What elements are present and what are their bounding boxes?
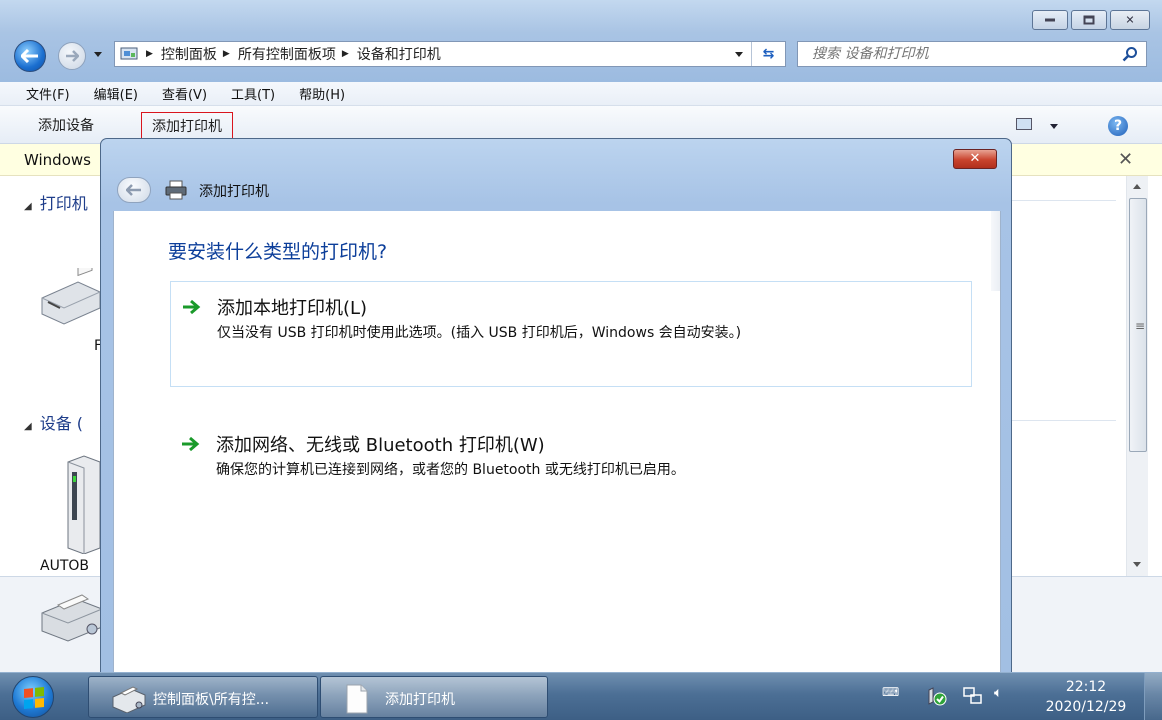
refresh-button[interactable]: ⇆	[751, 42, 785, 66]
address-dropdown-icon[interactable]	[735, 52, 743, 57]
collapse-icon: ◢	[24, 421, 32, 432]
printer-device-icon	[112, 686, 146, 713]
clock-time: 22:12	[1065, 679, 1107, 695]
printer-icon	[165, 180, 187, 200]
taskbar-item-add-printer[interactable]: 添加打印机	[320, 676, 548, 718]
minimize-button[interactable]	[1032, 10, 1068, 30]
search-icon[interactable]	[1122, 46, 1138, 62]
clock-date: 2020/12/29	[1045, 699, 1127, 715]
view-dropdown-icon[interactable]	[1050, 124, 1058, 129]
dialog-title: 添加打印机	[199, 184, 269, 200]
add-printer-button[interactable]: 添加打印机	[141, 112, 233, 140]
close-icon: ✕	[1125, 13, 1135, 27]
add-device-button[interactable]: 添加设备	[38, 115, 94, 135]
arrow-left-icon	[126, 184, 141, 196]
windows-logo-icon	[24, 686, 44, 710]
title-bar: ✕ ▶ 控制面板 ▶ 所有控制面板项 ▶ 设备和打印机 ⇆	[0, 0, 1162, 82]
keyboard-icon[interactable]: ⌨	[882, 685, 899, 699]
menu-file[interactable]: 文件(F)	[26, 84, 70, 103]
minimize-icon	[1045, 18, 1055, 22]
taskbar-item-label: 添加打印机	[385, 692, 455, 708]
group-devices[interactable]: ◢ 设备 (	[24, 410, 83, 434]
printer-device-icon[interactable]	[38, 585, 104, 645]
search-box	[797, 41, 1147, 67]
start-button[interactable]	[12, 676, 54, 718]
menu-bar: 文件(F) 编辑(E) 查看(V) 工具(T) 帮助(H)	[0, 82, 1162, 106]
document-icon	[346, 684, 368, 714]
group-label: 打印机	[39, 194, 88, 213]
close-infobar-icon[interactable]: ✕	[1118, 149, 1133, 170]
network-icon[interactable]	[962, 686, 984, 706]
control-panel-icon	[120, 47, 138, 60]
help-icon[interactable]: ?	[1108, 116, 1128, 136]
window-controls: ✕	[1032, 10, 1150, 30]
arrow-right-icon	[66, 50, 79, 62]
computer-tower-icon[interactable]	[62, 454, 102, 554]
dialog-close-button[interactable]: ✕	[953, 149, 997, 169]
maximize-button[interactable]	[1071, 10, 1107, 30]
menu-tools[interactable]: 工具(T)	[231, 84, 275, 103]
scroll-down-icon[interactable]	[1133, 562, 1141, 567]
dialog-panel: 要安装什么类型的打印机? 添加本地打印机(L) 仅当没有 USB 打印机时使用此…	[113, 211, 1001, 673]
system-clock[interactable]: 22:12 2020/12/29	[1036, 677, 1136, 717]
option-title: 添加本地打印机(L)	[217, 298, 368, 319]
collapse-icon: ◢	[24, 201, 32, 212]
arrow-left-icon	[21, 49, 38, 63]
address-bar[interactable]: ▶ 控制面板 ▶ 所有控制面板项 ▶ 设备和打印机 ⇆	[114, 41, 786, 67]
group-divider	[1012, 200, 1116, 201]
add-network-printer-option[interactable]: 添加网络、无线或 Bluetooth 打印机(W) 确保您的计算机已连接到网络，…	[170, 419, 972, 525]
option-description: 仅当没有 USB 打印机时使用此选项。(插入 USB 打印机后，Windows …	[217, 325, 742, 341]
add-printer-dialog: ✕ 添加打印机 要安装什么类型的打印机? 添加本地打印机(L) 仅当没有 USB…	[100, 138, 1012, 673]
change-view-icon[interactable]	[1016, 118, 1032, 130]
breadcrumb-separator-icon: ▶	[341, 49, 349, 59]
breadcrumb-separator-icon: ▶	[222, 49, 230, 59]
refresh-icon: ⇆	[762, 46, 775, 62]
breadcrumb-item[interactable]: 设备和打印机	[357, 44, 441, 64]
dialog-heading: 要安装什么类型的打印机?	[168, 241, 388, 263]
breadcrumb-item[interactable]: 所有控制面板项	[238, 44, 336, 64]
panel-scroll-track	[991, 211, 1000, 291]
breadcrumb-item[interactable]: 控制面板	[161, 44, 217, 64]
breadcrumb-separator-icon: ▶	[146, 49, 153, 59]
dialog-back-button[interactable]	[117, 177, 151, 203]
group-printers[interactable]: ◢ 打印机	[24, 190, 88, 214]
option-title: 添加网络、无线或 Bluetooth 打印机(W)	[216, 435, 545, 456]
green-arrow-icon	[182, 436, 200, 452]
menu-help[interactable]: 帮助(H)	[299, 84, 345, 103]
menu-edit[interactable]: 编辑(E)	[94, 84, 138, 103]
device-label: AUTOB	[40, 558, 89, 574]
taskbar-item-label: 控制面板\所有控...	[153, 692, 270, 708]
scroll-up-icon[interactable]	[1133, 184, 1141, 189]
action-center-icon[interactable]	[926, 687, 948, 707]
maximize-icon	[1083, 15, 1095, 25]
show-desktop-button[interactable]	[1144, 673, 1162, 720]
add-local-printer-option[interactable]: 添加本地打印机(L) 仅当没有 USB 打印机时使用此选项。(插入 USB 打印…	[170, 281, 972, 387]
volume-icon[interactable]: 🔈︎	[994, 685, 1002, 701]
grip-icon: ≡	[1135, 319, 1146, 333]
taskbar: 控制面板\所有控... 添加打印机 ⌨ 🔈︎ 22:12 2020/12/29	[0, 672, 1162, 720]
group-divider	[1012, 420, 1116, 421]
vertical-scrollbar[interactable]: ≡	[1126, 176, 1148, 576]
history-dropdown-icon[interactable]	[94, 52, 102, 57]
back-button[interactable]	[14, 40, 46, 72]
menu-view[interactable]: 查看(V)	[162, 84, 207, 103]
green-arrow-icon	[183, 299, 201, 315]
option-description: 确保您的计算机已连接到网络，或者您的 Bluetooth 或无线打印机已启用。	[216, 462, 685, 478]
scroll-thumb[interactable]: ≡	[1129, 198, 1147, 452]
fax-device-icon[interactable]	[38, 268, 102, 328]
taskbar-item-control-panel[interactable]: 控制面板\所有控...	[88, 676, 318, 718]
search-input[interactable]	[798, 42, 1098, 66]
close-button[interactable]: ✕	[1110, 10, 1150, 30]
breadcrumb: ▶ 控制面板 ▶ 所有控制面板项 ▶ 设备和打印机	[140, 42, 441, 66]
forward-button[interactable]	[58, 42, 86, 70]
info-bar-text: Windows	[24, 151, 91, 169]
group-label: 设备 (	[39, 414, 84, 433]
close-icon: ✕	[969, 151, 981, 167]
